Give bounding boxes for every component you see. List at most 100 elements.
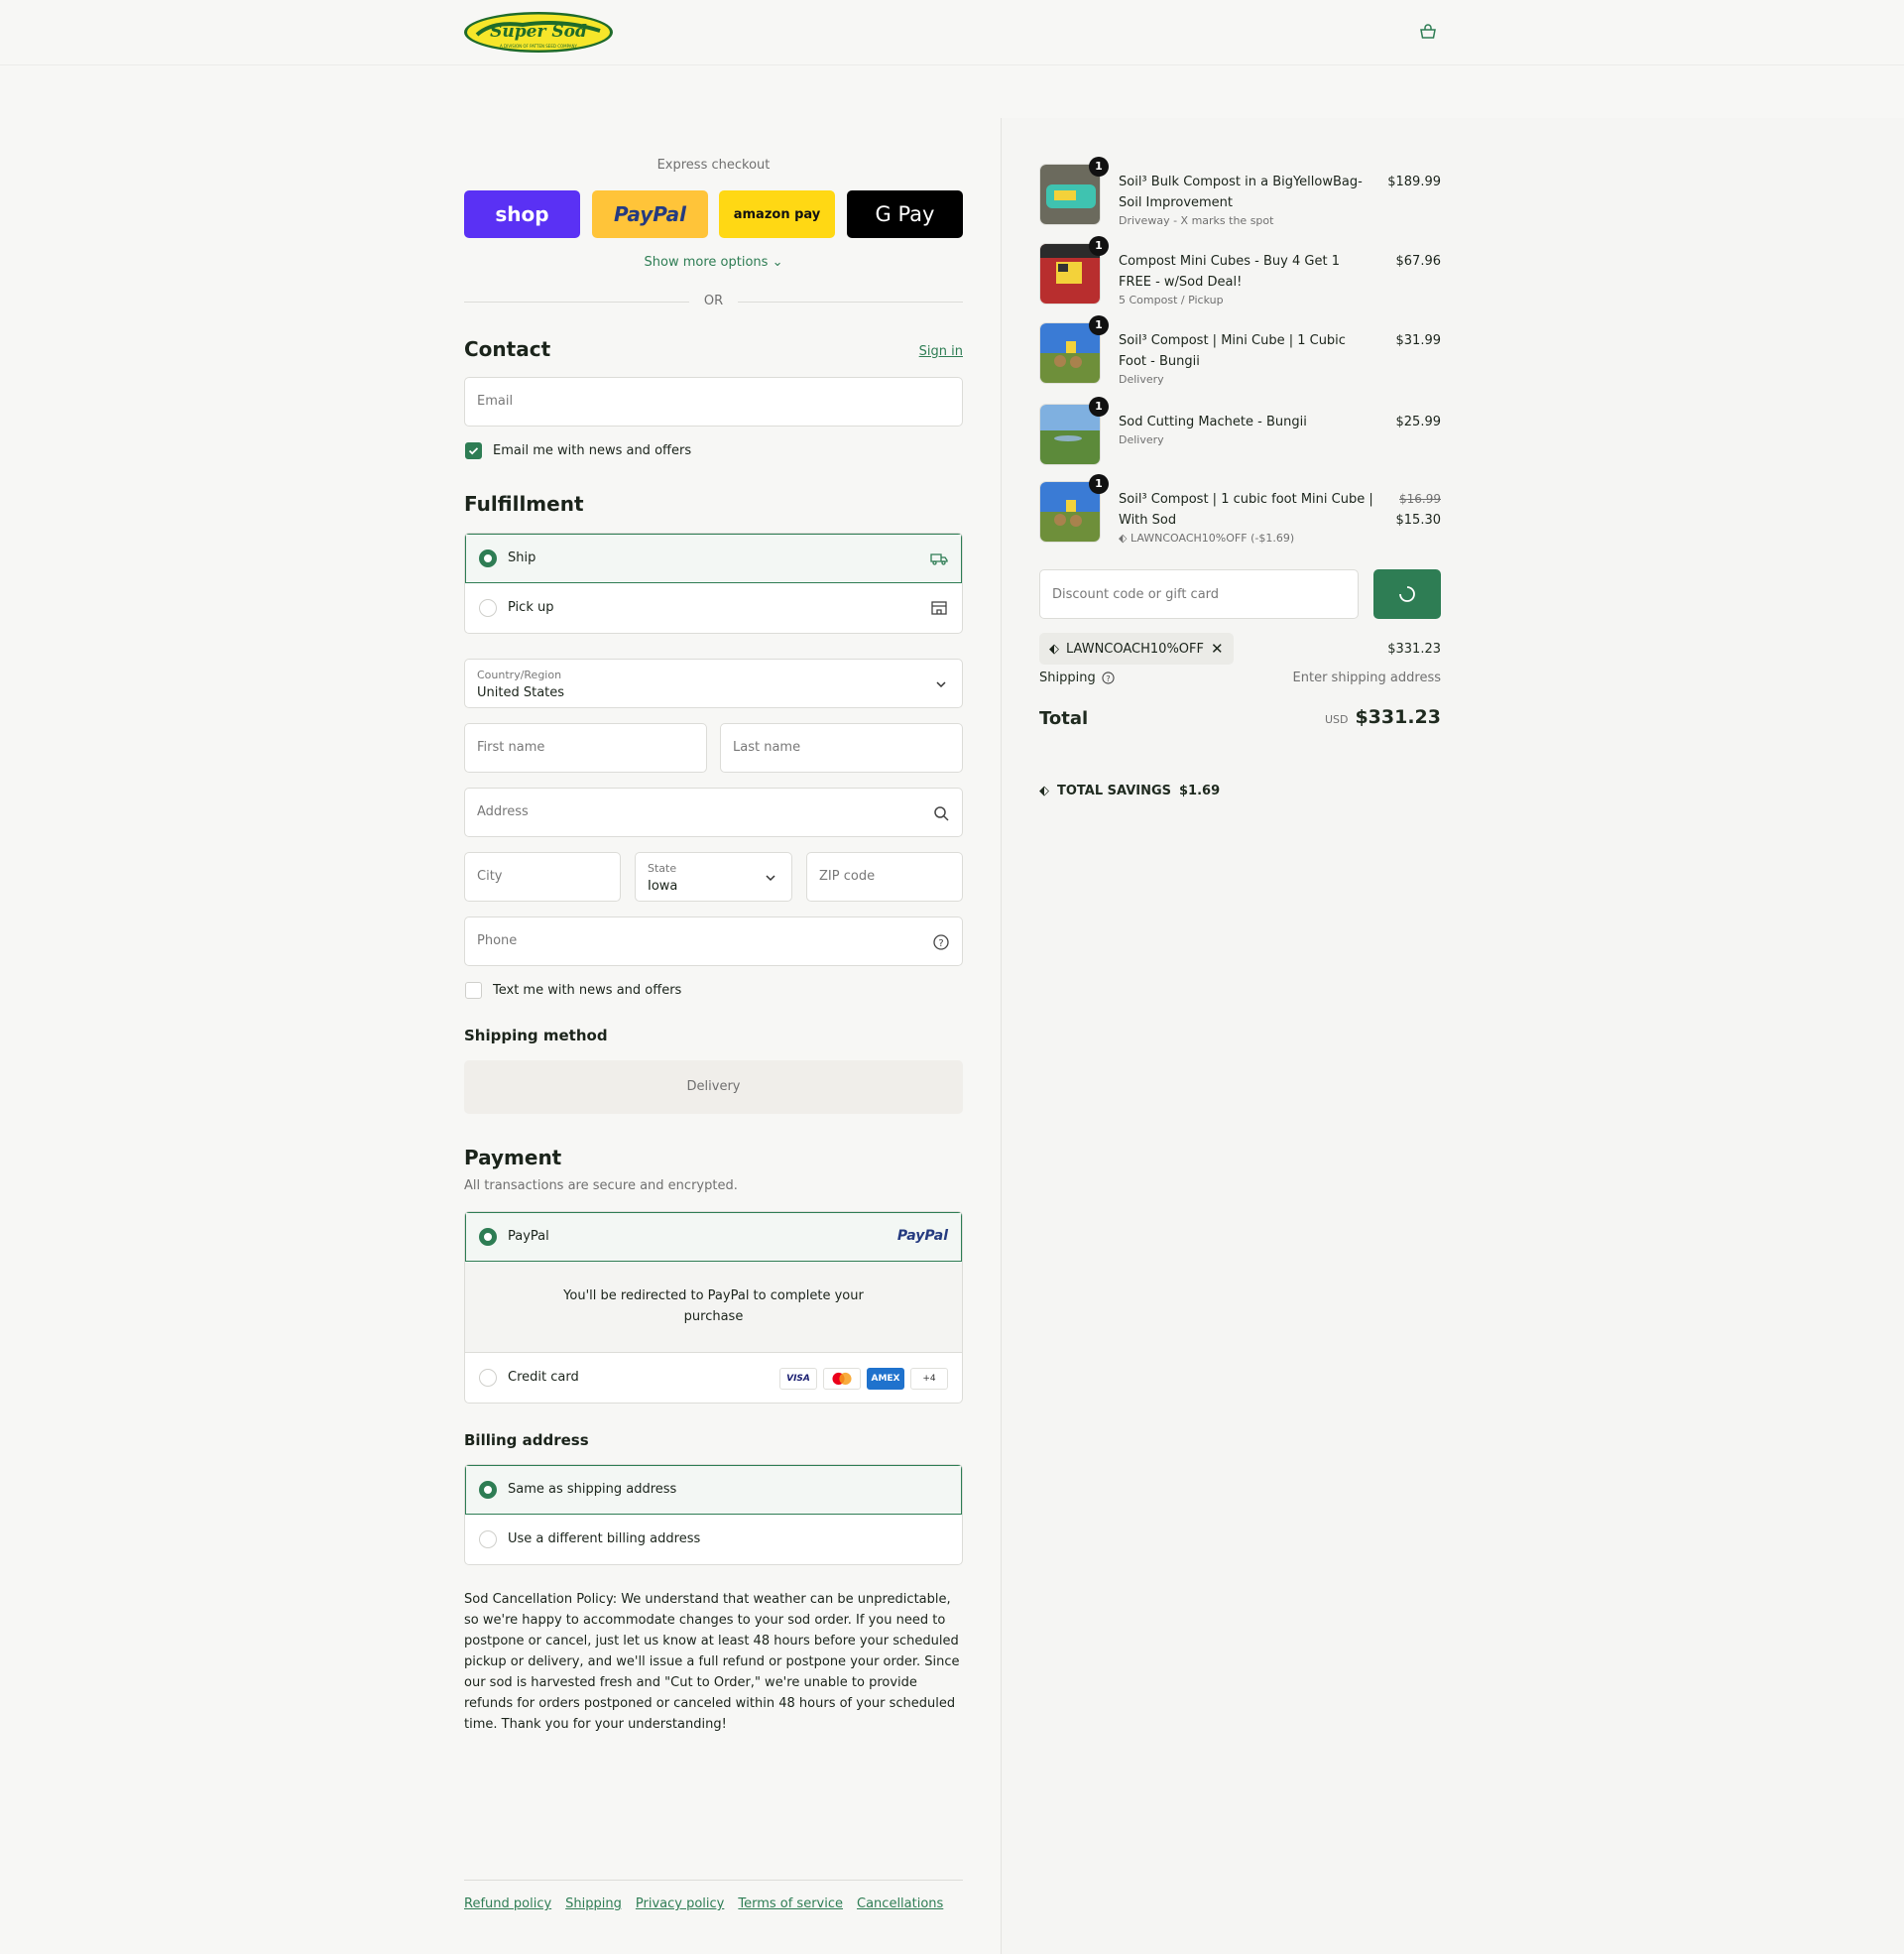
item-variant: Delivery	[1119, 373, 1164, 386]
item-original-price: $16.99	[1399, 492, 1441, 506]
shopping-bag-icon[interactable]	[1418, 22, 1438, 42]
subtotal-value: $331.23	[1387, 642, 1441, 657]
item-discount: LAWNCOACH10%OFF (-$1.69)	[1130, 532, 1295, 545]
quantity-badge: 1	[1089, 397, 1109, 417]
loading-spinner-icon	[1399, 586, 1415, 602]
total-value: $331.23	[1355, 706, 1441, 728]
refund-policy-link[interactable]: Refund policy	[464, 1896, 551, 1911]
different-billing-radio[interactable]	[479, 1530, 497, 1548]
item-variant: Driveway - X marks the spot	[1119, 214, 1274, 227]
show-more-options-link[interactable]: Show more options ⌄	[464, 255, 963, 270]
email-news-label: Email me with news and offers	[493, 443, 692, 458]
first-name-field[interactable]: First name	[464, 723, 707, 773]
total-savings: ⬖ TOTAL SAVINGS $1.69	[1039, 784, 1221, 798]
address-field[interactable]: Address	[464, 788, 963, 837]
amazon-pay-button[interactable]: amazon pay	[719, 190, 835, 238]
search-icon	[934, 806, 949, 821]
text-news-checkbox[interactable]	[465, 982, 482, 999]
truck-icon	[930, 553, 948, 565]
last-name-field[interactable]: Last name	[720, 723, 963, 773]
privacy-policy-link[interactable]: Privacy policy	[636, 1896, 724, 1911]
ship-radio[interactable]	[479, 550, 497, 567]
item-name: Soil³ Bulk Compost in a BigYellowBag- So…	[1119, 175, 1363, 210]
more-cards-badge: +4	[910, 1368, 948, 1390]
or-divider-right	[738, 302, 963, 303]
visa-icon: VISA	[779, 1368, 817, 1390]
remove-discount-icon[interactable]: ✕	[1211, 640, 1224, 658]
tag-icon: ⬖	[1039, 784, 1049, 798]
shipping-value: Enter shipping address	[1292, 671, 1441, 685]
mastercard-icon	[823, 1368, 861, 1390]
svg-text:?: ?	[938, 938, 943, 949]
fulfillment-title: Fulfillment	[464, 492, 584, 516]
payment-option-credit-card[interactable]: Credit card VISA AMEX +4	[465, 1353, 962, 1403]
item-price: $31.99	[1395, 333, 1442, 348]
help-circle-icon[interactable]: ?	[1102, 672, 1115, 684]
billing-option-same[interactable]: Same as shipping address	[465, 1465, 962, 1515]
item-price: $189.99	[1387, 175, 1441, 189]
discount-code-input[interactable]: Discount code or gift card	[1039, 569, 1359, 619]
tag-icon: ⬖	[1049, 641, 1059, 657]
help-circle-icon[interactable]: ?	[932, 933, 950, 951]
email-news-checkbox[interactable]	[465, 442, 482, 459]
billing-option-different[interactable]: Use a different billing address	[465, 1515, 962, 1564]
billing-options: Same as shipping address Use a different…	[464, 1464, 963, 1565]
item-variant: 5 Compost / Pickup	[1119, 294, 1224, 306]
item-name: Compost Mini Cubes - Buy 4 Get 1 FREE - …	[1119, 254, 1340, 290]
email-field[interactable]: Email	[464, 377, 963, 427]
state-select[interactable]: State Iowa	[635, 852, 792, 902]
item-price: $15.30	[1395, 513, 1442, 528]
store-icon	[931, 601, 947, 615]
item-name: Sod Cutting Machete - Bungii	[1119, 415, 1307, 429]
item-price: $25.99	[1395, 415, 1442, 429]
express-checkout-title: Express checkout	[656, 158, 771, 173]
item-name: Soil³ Compost | Mini Cube | 1 Cubic Foot…	[1119, 333, 1346, 369]
logo-tagline: A DIVISION OF PATTEN SEED COMPANY	[500, 44, 577, 49]
paypal-logo: PayPal	[896, 1228, 948, 1244]
order-summary-panel	[1002, 118, 1904, 1954]
footer-divider	[464, 1880, 963, 1881]
card-brand-list: VISA AMEX +4	[779, 1368, 948, 1390]
item-price: $67.96	[1395, 254, 1442, 269]
shipping-method-box: Delivery	[464, 1060, 963, 1114]
country-select[interactable]: Country/Region United States	[464, 659, 963, 708]
billing-address-title: Billing address	[464, 1431, 589, 1449]
shipping-label: Shipping	[1039, 671, 1096, 685]
text-news-label: Text me with news and offers	[493, 983, 682, 998]
shop-pay-button[interactable]: shop	[464, 190, 580, 238]
paypal-radio[interactable]	[479, 1228, 497, 1246]
super-sod-logo[interactable]: Super Sod A DIVISION OF PATTEN SEED COMP…	[463, 11, 614, 54]
fulfillment-option-pickup[interactable]: Pick up	[465, 583, 962, 633]
amex-icon: AMEX	[867, 1368, 904, 1390]
tag-icon: ⬖	[1119, 532, 1128, 545]
quantity-badge: 1	[1089, 474, 1109, 494]
shipping-policy-link[interactable]: Shipping	[565, 1896, 622, 1911]
fulfillment-option-ship[interactable]: Ship	[465, 534, 962, 583]
cancellations-link[interactable]: Cancellations	[857, 1896, 943, 1911]
apply-discount-button[interactable]	[1373, 569, 1441, 619]
sign-in-link[interactable]: Sign in	[919, 344, 963, 359]
terms-of-service-link[interactable]: Terms of service	[738, 1896, 843, 1911]
payment-options: PayPal PayPal You'll be redirected to Pa…	[464, 1211, 963, 1404]
pickup-radio[interactable]	[479, 599, 497, 617]
paypal-button[interactable]: PayPal	[592, 190, 708, 238]
contact-title: Contact	[464, 337, 551, 361]
zip-code-field[interactable]: ZIP code	[806, 852, 963, 902]
city-field[interactable]: City	[464, 852, 621, 902]
same-billing-radio[interactable]	[479, 1481, 497, 1499]
applied-discount-tag: ⬖ LAWNCOACH10%OFF ✕	[1039, 633, 1234, 665]
shipping-method-title: Shipping method	[464, 1027, 608, 1044]
payment-subtitle: All transactions are secure and encrypte…	[464, 1178, 738, 1193]
logo-wordmark: Super Sod	[490, 22, 587, 42]
payment-option-paypal[interactable]: PayPal PayPal	[465, 1212, 962, 1262]
chevron-down-icon	[766, 875, 775, 882]
google-pay-button[interactable]: G Pay	[847, 190, 963, 238]
credit-card-radio[interactable]	[479, 1369, 497, 1387]
currency-code: USD	[1324, 713, 1349, 726]
phone-field[interactable]: Phone ?	[464, 916, 963, 966]
column-divider	[1001, 118, 1002, 1954]
checkmark-icon	[468, 447, 479, 455]
quantity-badge: 1	[1089, 157, 1109, 177]
site-header: Super Sod A DIVISION OF PATTEN SEED COMP…	[0, 0, 1904, 65]
cancellation-policy-text: Sod Cancellation Policy: We understand t…	[464, 1592, 960, 1732]
